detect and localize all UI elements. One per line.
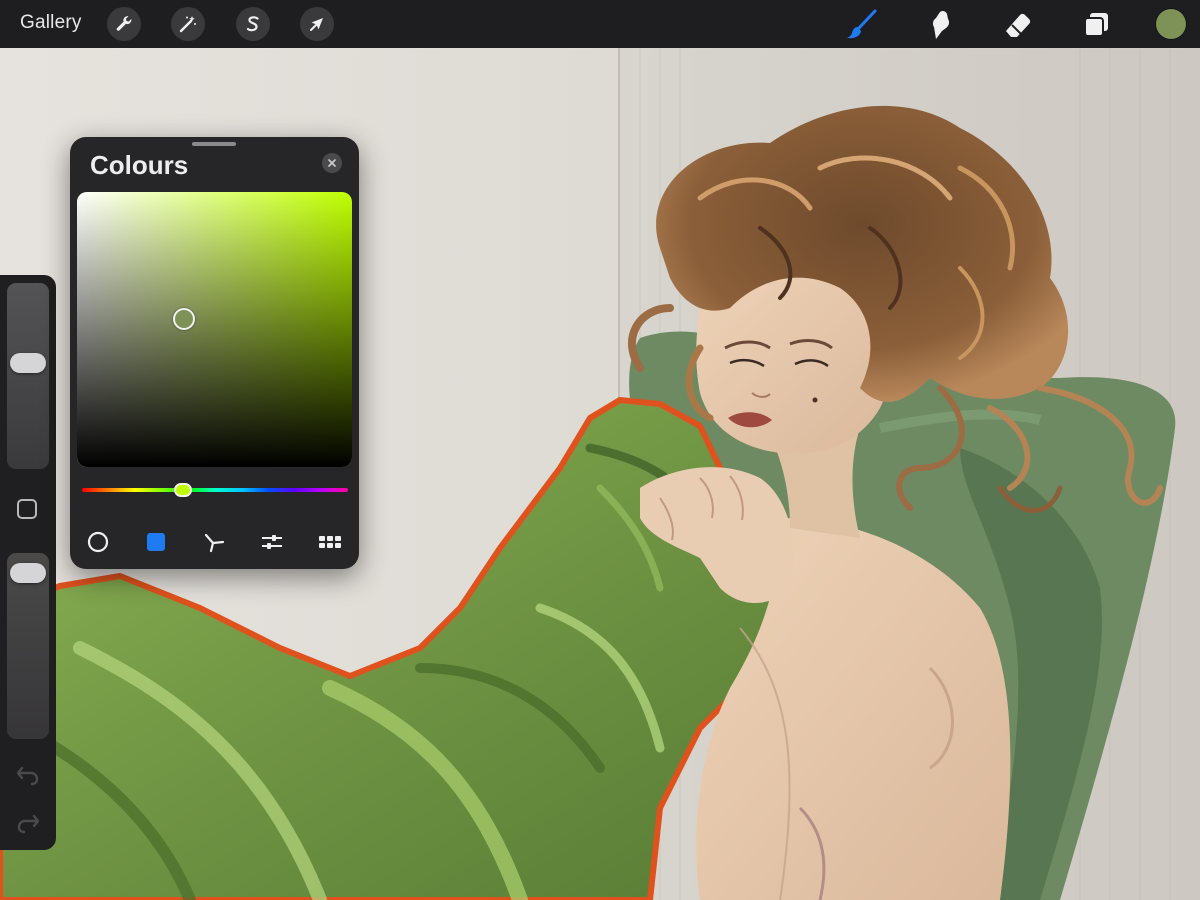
opacity-thumb[interactable] xyxy=(10,562,46,583)
brush-icon xyxy=(847,9,877,39)
classic-mode-tab[interactable] xyxy=(143,529,169,555)
transform-arrow-icon xyxy=(310,18,323,31)
hue-slider[interactable] xyxy=(82,488,348,492)
magic-wand-icon xyxy=(179,16,196,33)
harmony-mode-tab[interactable] xyxy=(201,529,227,555)
value-mode-icon xyxy=(262,535,282,549)
brush-size-slider[interactable] xyxy=(7,283,49,469)
eraser-button[interactable] xyxy=(1000,7,1036,43)
brush-button[interactable] xyxy=(844,7,880,43)
eraser-icon xyxy=(1006,13,1031,37)
gallery-button[interactable]: Gallery xyxy=(20,12,82,34)
palettes-mode-tab[interactable] xyxy=(317,529,343,555)
smudge-button[interactable] xyxy=(922,7,958,43)
undo-button[interactable] xyxy=(14,763,42,787)
layers-icon xyxy=(1084,13,1108,37)
panel-grab-handle[interactable] xyxy=(192,142,236,146)
palettes-mode-icon xyxy=(319,536,341,548)
top-toolbar: Gallery xyxy=(0,0,1200,48)
smudge-icon xyxy=(932,10,950,40)
redo-icon xyxy=(17,814,40,834)
disc-mode-tab[interactable] xyxy=(85,529,111,555)
disc-mode-icon xyxy=(87,531,109,553)
hue-slider-thumb[interactable] xyxy=(174,483,193,497)
brush-size-thumb[interactable] xyxy=(10,352,46,373)
selection-s-icon xyxy=(246,16,259,32)
classic-mode-icon xyxy=(147,533,165,551)
active-color-swatch[interactable] xyxy=(1156,9,1186,39)
procreate-app: Gallery Colours xyxy=(0,0,1200,900)
harmony-mode-icon xyxy=(204,533,225,553)
transform-button[interactable] xyxy=(300,7,334,41)
saturation-brightness-square[interactable] xyxy=(77,192,352,467)
close-panel-button[interactable] xyxy=(322,153,342,173)
colours-panel: Colours xyxy=(70,137,359,569)
actions-button[interactable] xyxy=(107,7,141,41)
redo-button[interactable] xyxy=(14,811,42,835)
wrench-icon xyxy=(116,16,132,31)
left-sidebar xyxy=(0,275,56,850)
adjustments-button[interactable] xyxy=(171,7,205,41)
color-picker-reticle[interactable] xyxy=(173,307,196,330)
close-icon xyxy=(328,159,336,167)
opacity-slider[interactable] xyxy=(7,553,49,739)
value-mode-tab[interactable] xyxy=(259,529,285,555)
layers-button[interactable] xyxy=(1078,7,1114,43)
modify-square-icon[interactable] xyxy=(17,499,37,519)
undo-icon xyxy=(16,766,39,786)
panel-title: Colours xyxy=(90,150,189,180)
selection-button[interactable] xyxy=(236,7,270,41)
